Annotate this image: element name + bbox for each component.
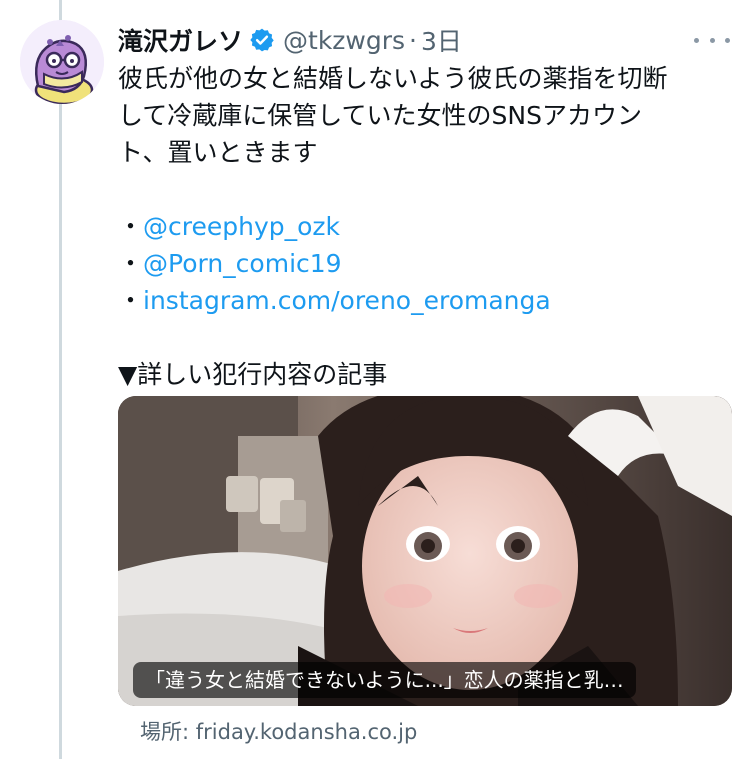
bullet: ・: [118, 212, 144, 241]
bullet: ・: [118, 286, 144, 315]
user-handle[interactable]: @tkzwgrs: [283, 26, 405, 55]
card-source[interactable]: 場所: friday.kodansha.co.jp: [140, 716, 417, 746]
text-line: ト、置いときます: [118, 138, 318, 167]
thread-line: [59, 0, 62, 759]
mention-link-porn-comic[interactable]: @Porn_comic19: [143, 249, 342, 278]
card-caption: 「違う女と結婚できないように...」恋人の薬指と乳…: [133, 662, 636, 698]
tweet-text: 彼氏が他の女と結婚しないよう彼氏の薬指を切断 して冷蔵庫に保管していた女性のSN…: [118, 60, 728, 393]
text-line: して冷蔵庫に保管していた女性のSNSアカウン: [118, 101, 642, 130]
avatar[interactable]: [20, 20, 104, 104]
header-separator: ·: [409, 25, 417, 55]
article-heading: ▼詳しい犯行内容の記事: [118, 360, 388, 389]
verified-badge-icon: [249, 27, 275, 53]
link-row: ・@creephyp_ozk: [118, 208, 728, 245]
tweet-timestamp[interactable]: 3日: [421, 22, 462, 58]
mention-link-creephyp[interactable]: @creephyp_ozk: [143, 212, 340, 241]
tweet-header: 滝沢ガレソ @tkzwgrs · 3日: [118, 22, 730, 58]
instagram-link[interactable]: instagram.com/oreno_eromanga: [143, 286, 551, 315]
link-row: ・@Porn_comic19: [118, 245, 728, 282]
card-image: [118, 396, 732, 706]
more-options-icon[interactable]: [694, 26, 730, 54]
link-row: ・instagram.com/oreno_eromanga: [118, 282, 728, 319]
cartoon-snake-avatar-icon: [20, 20, 104, 104]
tweet: 滝沢ガレソ @tkzwgrs · 3日 彼氏が他の女と結婚しないよう彼氏の薬指を…: [0, 0, 750, 759]
bullet: ・: [118, 249, 144, 278]
link-card[interactable]: 「違う女と結婚できないように...」恋人の薬指と乳…: [118, 396, 732, 706]
text-line: 彼氏が他の女と結婚しないよう彼氏の薬指を切断: [118, 64, 668, 93]
display-name[interactable]: 滝沢ガレソ: [118, 22, 243, 58]
